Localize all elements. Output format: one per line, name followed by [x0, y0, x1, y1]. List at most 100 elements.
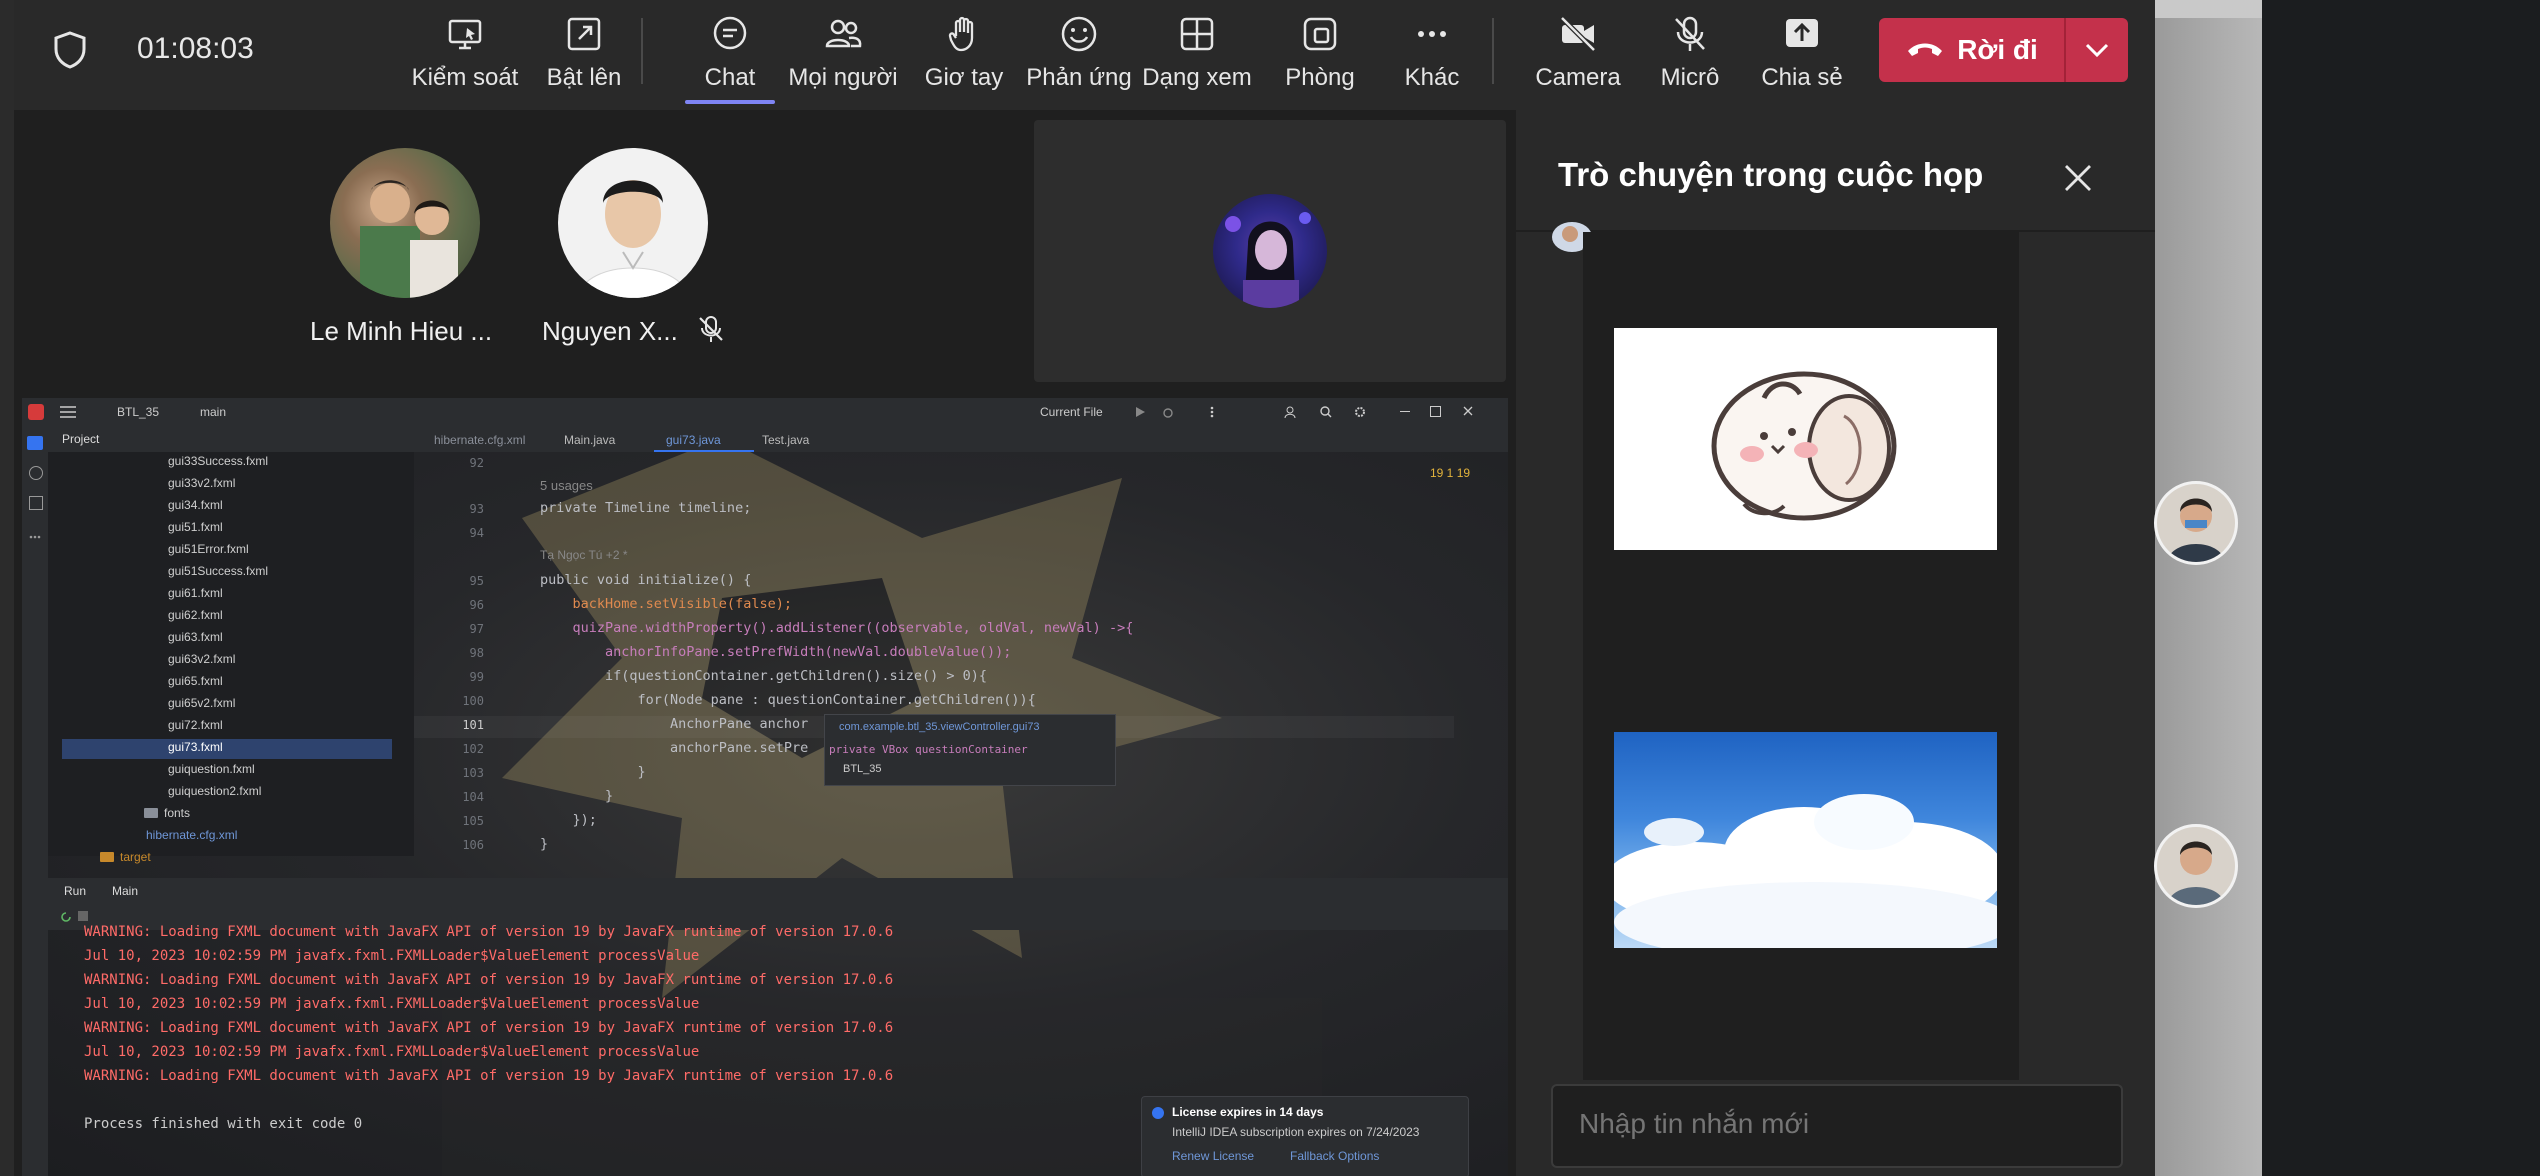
- editor-tab-active[interactable]: gui73.java: [666, 433, 721, 447]
- tree-item[interactable]: gui51Error.fxml: [168, 542, 249, 556]
- search-icon[interactable]: [1320, 406, 1332, 418]
- run-console[interactable]: WARNING: Loading FXML document with Java…: [48, 924, 1141, 1176]
- settings-gear-icon[interactable]: [1354, 406, 1366, 418]
- project-tool-icon[interactable]: [27, 436, 43, 450]
- tree-item[interactable]: gui63.fxml: [168, 630, 223, 644]
- tree-item[interactable]: gui33v2.fxml: [168, 476, 235, 490]
- structure-tool-icon[interactable]: [29, 496, 43, 510]
- editor-tab[interactable]: Main.java: [564, 433, 615, 447]
- camera-button[interactable]: Camera: [1518, 0, 1638, 110]
- code-line: anchorInfoPane.setPrefWidth(newVal.doubl…: [540, 644, 1012, 660]
- close-icon[interactable]: [1462, 405, 1474, 417]
- more-vertical-icon[interactable]: [1206, 406, 1218, 418]
- floating-participant-avatar[interactable]: [2154, 824, 2238, 908]
- tree-item[interactable]: gui34.fxml: [168, 498, 223, 512]
- tree-item[interactable]: gui72.fxml: [168, 718, 223, 732]
- more-tools-icon[interactable]: [29, 526, 41, 539]
- window-edge: [0, 0, 14, 1176]
- commit-tool-icon[interactable]: [29, 466, 43, 480]
- code-line: for(Node pane : questionContainer.getChi…: [540, 692, 1036, 708]
- leave-options-dropdown[interactable]: [2066, 18, 2128, 82]
- renew-license-link[interactable]: Renew License: [1172, 1149, 1254, 1163]
- branch-selector[interactable]: main: [200, 405, 226, 419]
- hamburger-menu-icon[interactable]: [60, 406, 76, 418]
- line-number: 93: [469, 502, 484, 516]
- tree-item[interactable]: hibernate.cfg.xml: [146, 828, 237, 842]
- chat-message-input[interactable]: [1577, 1107, 2101, 1141]
- rooms-button[interactable]: Phòng: [1260, 0, 1380, 110]
- line-number: 96: [469, 598, 484, 612]
- participant-photo: [360, 180, 458, 298]
- tree-item[interactable]: guiquestion.fxml: [168, 762, 255, 776]
- tree-item-selected[interactable]: gui73.fxml: [168, 740, 223, 754]
- maximize-icon[interactable]: [1430, 406, 1441, 417]
- line-number: 102: [462, 742, 484, 756]
- close-chat-button[interactable]: [2058, 158, 2098, 198]
- more-label: Khác: [1404, 64, 1460, 91]
- tree-item[interactable]: gui51.fxml: [168, 520, 223, 534]
- run-config-selector[interactable]: Current File: [1040, 405, 1103, 419]
- run-main-tab[interactable]: Main: [112, 884, 138, 898]
- tree-item[interactable]: gui65v2.fxml: [168, 696, 235, 710]
- folder-icon: [144, 808, 158, 818]
- usages-hint[interactable]: 5 usages: [540, 478, 593, 493]
- tree-item[interactable]: guiquestion2.fxml: [168, 784, 261, 798]
- control-button[interactable]: Kiểm soát: [400, 0, 530, 110]
- leave-button[interactable]: Rời đi: [1879, 18, 2064, 82]
- license-notification[interactable]: License expires in 14 days IntelliJ IDEA…: [1141, 1096, 1469, 1176]
- people-button[interactable]: Mọi người: [778, 0, 908, 110]
- line-number: 97: [469, 622, 484, 636]
- minimize-icon[interactable]: [1400, 411, 1410, 412]
- editor-tab[interactable]: hibernate.cfg.xml: [434, 433, 525, 447]
- chat-compose-box[interactable]: [1551, 1084, 2123, 1168]
- self-photo: [1225, 212, 1311, 308]
- run-panel-header: Run Main: [48, 878, 1508, 904]
- project-panel-header: Project: [48, 426, 414, 452]
- chat-sticker-image[interactable]: [1614, 328, 1997, 550]
- tree-item[interactable]: gui65.fxml: [168, 674, 223, 688]
- people-label: Mọi người: [788, 64, 898, 91]
- tree-folder[interactable]: target: [120, 850, 151, 864]
- mic-button[interactable]: Micrô: [1630, 0, 1750, 110]
- fallback-options-link[interactable]: Fallback Options: [1290, 1149, 1379, 1163]
- pop-out-button[interactable]: Bật lên: [524, 0, 644, 110]
- line-number: 94: [469, 526, 484, 540]
- participant-avatar[interactable]: [330, 148, 480, 298]
- tree-item[interactable]: gui51Success.fxml: [168, 564, 268, 578]
- quick-doc-popup[interactable]: com.example.btl_35.viewController.gui73 …: [824, 714, 1116, 786]
- run-icon[interactable]: [1134, 406, 1146, 418]
- chat-sky-image[interactable]: [1614, 732, 1997, 948]
- more-button[interactable]: Khác: [1372, 0, 1492, 110]
- run-tab[interactable]: Run: [64, 884, 86, 898]
- project-panel-title[interactable]: Project: [62, 432, 99, 446]
- react-icon: [1061, 16, 1097, 52]
- tree-item[interactable]: gui62.fxml: [168, 608, 223, 622]
- stop-icon[interactable]: [78, 911, 88, 921]
- editor-tab[interactable]: Test.java: [762, 433, 809, 447]
- share-button[interactable]: Chia sẻ: [1742, 0, 1862, 110]
- code-editor[interactable]: 19 1 19 5 usages Tạ Ngọc Tú +2 * 92 93 p…: [414, 452, 1508, 862]
- participant-avatar[interactable]: [558, 148, 708, 298]
- debug-icon[interactable]: [1162, 406, 1174, 418]
- rerun-icon[interactable]: [60, 910, 72, 922]
- tree-item[interactable]: gui61.fxml: [168, 586, 223, 600]
- chat-button[interactable]: Chat: [670, 0, 790, 110]
- line-number: 104: [462, 790, 484, 804]
- shield-icon[interactable]: [52, 30, 88, 70]
- add-user-icon[interactable]: [1284, 406, 1296, 419]
- code-line: backHome.setVisible(false);: [540, 596, 792, 612]
- react-button[interactable]: Phản ứng: [1014, 0, 1144, 110]
- project-selector[interactable]: BTL_35: [117, 405, 159, 419]
- author-hint[interactable]: Tạ Ngọc Tú +2 *: [540, 548, 628, 562]
- code-line: });: [540, 812, 597, 828]
- tree-item[interactable]: gui63v2.fxml: [168, 652, 235, 666]
- floating-participant-avatar[interactable]: [2154, 481, 2238, 565]
- raise-hand-button[interactable]: Giơ tay: [904, 0, 1024, 110]
- mic-off-icon: [1675, 16, 1705, 51]
- tree-folder[interactable]: fonts: [164, 806, 190, 820]
- view-button[interactable]: Dạng xem: [1132, 0, 1262, 110]
- leave-button-group: Rời đi: [1879, 18, 2128, 82]
- inspection-counts[interactable]: 19 1 19: [1430, 466, 1470, 480]
- self-video-tile[interactable]: [1034, 120, 1506, 382]
- tree-item[interactable]: gui33Success.fxml: [168, 454, 268, 468]
